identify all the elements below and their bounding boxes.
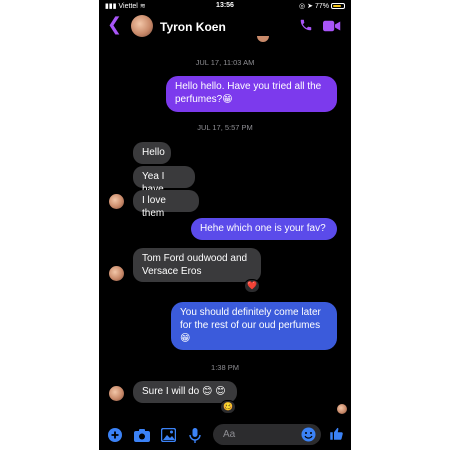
message-input[interactable]: Aa bbox=[213, 424, 321, 445]
message-outgoing[interactable]: Hello hello. Have you tried all the perf… bbox=[166, 76, 337, 112]
timestamp: JUL 17, 5:57 PM bbox=[197, 123, 253, 132]
message-text-line: for the rest of our oud perfumes bbox=[180, 320, 321, 331]
battery-percent: 77% bbox=[314, 2, 329, 10]
chat-header: ❮ Tyron Koen bbox=[99, 12, 351, 40]
emoji: 😁 bbox=[180, 333, 191, 344]
message-text-line: Versace Eros bbox=[142, 266, 202, 277]
back-icon[interactable]: ❮ bbox=[107, 15, 122, 33]
contact-avatar-small[interactable] bbox=[109, 194, 124, 209]
message-incoming[interactable]: Hello bbox=[133, 142, 171, 164]
like-icon[interactable] bbox=[329, 426, 344, 446]
message-text-line: You should definitely come later bbox=[180, 307, 321, 318]
message-outgoing[interactable]: You should definitely come later for the… bbox=[171, 302, 337, 350]
message-text-line: Tom Ford oudwood and bbox=[142, 253, 248, 264]
battery-icon bbox=[331, 3, 345, 9]
message-text: Hello hello. Have you tried all the perf… bbox=[175, 81, 322, 105]
composer-bar: Aa bbox=[99, 420, 351, 450]
message-text: Sure I will do bbox=[142, 386, 200, 397]
alarm-icon: ◎ bbox=[299, 3, 306, 10]
emoji: 😁 bbox=[222, 94, 233, 105]
phone-icon[interactable] bbox=[299, 18, 313, 37]
plus-icon[interactable] bbox=[108, 428, 122, 447]
photo-icon[interactable] bbox=[160, 427, 177, 447]
read-receipt-avatar bbox=[257, 36, 269, 42]
reaction-emoji[interactable]: 🥴 bbox=[220, 400, 236, 414]
message-incoming[interactable]: I love them bbox=[133, 190, 199, 219]
timestamp: 1:38 PM bbox=[211, 363, 239, 372]
message-text: Hello bbox=[142, 147, 165, 158]
reaction-heart[interactable]: ❤️ bbox=[244, 279, 260, 293]
seen-avatar bbox=[337, 404, 347, 414]
message-incoming[interactable]: Yea I have bbox=[133, 166, 195, 195]
message-text: I love them bbox=[142, 195, 166, 219]
mic-icon[interactable] bbox=[189, 428, 201, 448]
status-bar: ▮▮▮ Viettel ≋ 13:56 ◎ ➤ 77% bbox=[99, 0, 351, 12]
message-incoming[interactable]: Tom Ford oudwood and Versace Eros bbox=[133, 248, 261, 282]
message-input-placeholder: Aa bbox=[223, 429, 236, 440]
message-outgoing[interactable]: Hehe which one is your fav? bbox=[191, 218, 337, 240]
video-icon[interactable] bbox=[323, 19, 341, 37]
location-icon: ➤ bbox=[307, 3, 313, 10]
emoji: 😊 😊 bbox=[202, 386, 226, 397]
message-incoming[interactable]: Sure I will do 😊 😊 bbox=[133, 381, 237, 403]
status-right: ◎ ➤ 77% bbox=[299, 2, 345, 10]
contact-avatar-small[interactable] bbox=[109, 266, 124, 281]
contact-name[interactable]: Tyron Koen bbox=[160, 20, 226, 34]
message-text: Hehe which one is your fav? bbox=[200, 223, 326, 234]
timestamp: JUL 17, 11:03 AM bbox=[195, 58, 255, 67]
phone-screen: ▮▮▮ Viettel ≋ 13:56 ◎ ➤ 77% ❮ Tyron Koen… bbox=[99, 0, 351, 450]
contact-avatar-small[interactable] bbox=[109, 386, 124, 401]
camera-icon[interactable] bbox=[134, 428, 150, 447]
emoji-icon[interactable] bbox=[301, 427, 316, 447]
contact-avatar[interactable] bbox=[131, 15, 153, 37]
